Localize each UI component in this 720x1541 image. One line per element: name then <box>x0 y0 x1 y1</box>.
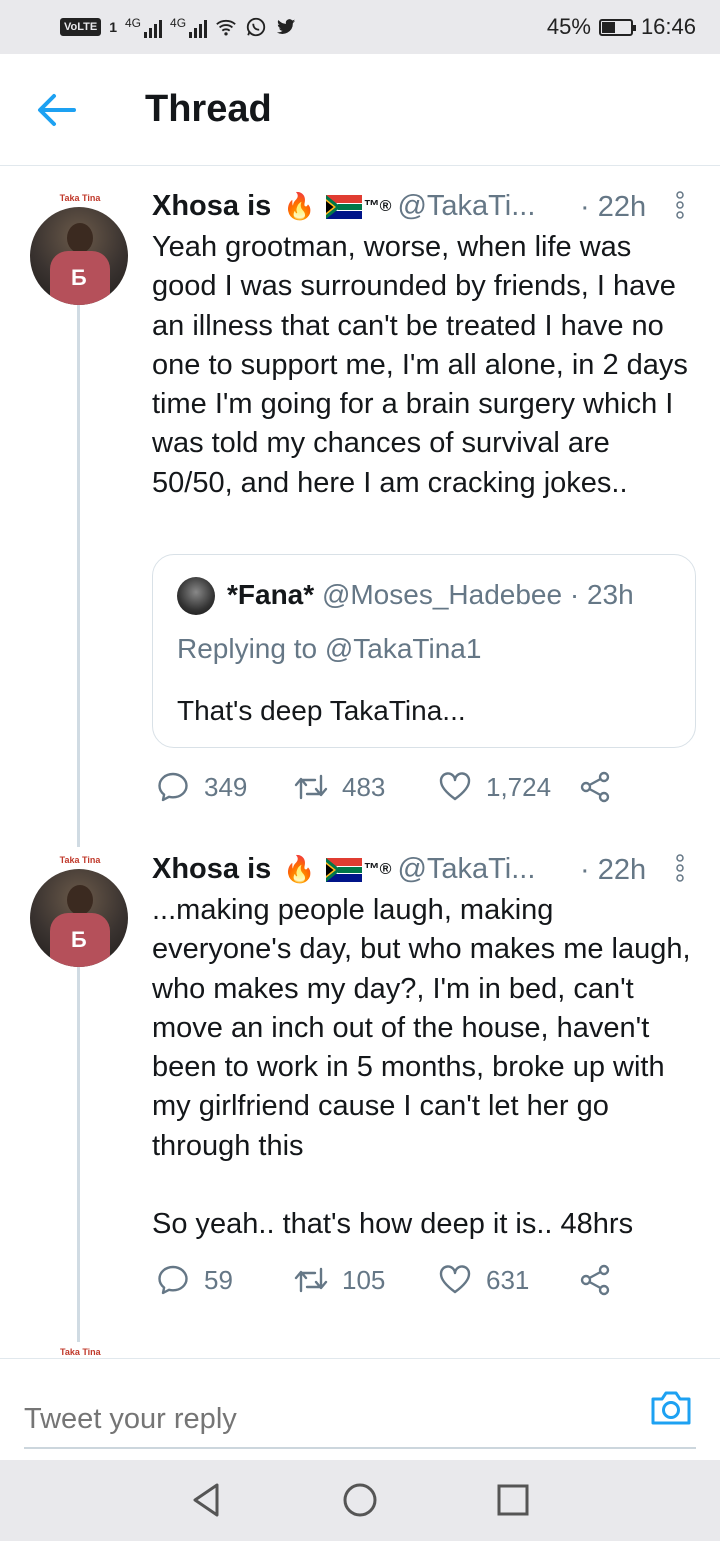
more-options-icon[interactable] <box>675 190 685 220</box>
quoted-header: *Fana* @Moses_Hadebee · 23h <box>227 579 634 611</box>
twitter-icon <box>276 19 296 34</box>
heart-icon <box>439 1265 471 1294</box>
avatar[interactable]: Ƃ <box>30 869 128 967</box>
retweet-count: 105 <box>342 1264 386 1295</box>
thread-connector <box>77 302 80 847</box>
author-name[interactable]: Xhosa is <box>152 853 271 886</box>
replying-to: Replying to @TakaTina1 <box>177 633 482 664</box>
avatar-caption: Taka Tina <box>60 1347 101 1357</box>
like-button[interactable]: 1,724 <box>438 770 551 804</box>
signal-icon-2: 4G <box>170 16 208 38</box>
share-button[interactable] <box>578 770 612 804</box>
trademark-symbols: ™® <box>363 860 392 878</box>
like-count: 1,724 <box>486 771 552 802</box>
tweet-time: · 22h <box>580 191 647 223</box>
like-button[interactable]: 631 <box>438 1263 529 1297</box>
whatsapp-icon <box>246 17 266 37</box>
battery-percent: 45% <box>546 14 591 39</box>
retweet-icon <box>294 1267 328 1293</box>
author-handle[interactable]: @TakaTi... <box>397 853 535 886</box>
avatar-container: Taka Tina Ƃ <box>30 193 130 305</box>
volte-indicator: VoLTE <box>60 18 102 36</box>
tweet-text: Yeah grootman, worse, when life was good… <box>152 231 688 499</box>
reply-icon <box>158 772 188 802</box>
avatar[interactable]: Ƃ <box>30 207 128 305</box>
avatar-caption: Taka Tina <box>59 855 101 865</box>
like-count: 631 <box>486 1264 530 1295</box>
back-arrow-icon[interactable] <box>36 92 76 128</box>
page-title: Thread <box>145 88 272 130</box>
signal-icon: 4G <box>125 16 163 38</box>
sim-indicator: 1 <box>109 19 117 35</box>
clock: 16:46 <box>640 14 696 39</box>
battery-icon <box>598 18 636 36</box>
quoted-avatar <box>177 577 215 615</box>
retweet-button[interactable]: 105 <box>294 1263 385 1297</box>
reply-count: 59 <box>204 1264 233 1295</box>
fire-emoji: 🔥 <box>283 191 316 221</box>
status-bar: VoLTE 1 4G 4G 45% 16:46 <box>0 0 720 54</box>
more-options-icon[interactable] <box>675 853 685 883</box>
retweet-button[interactable]: 483 <box>294 770 385 804</box>
camera-icon[interactable] <box>649 1387 693 1427</box>
thread-connector <box>77 964 80 1342</box>
system-navigation-bar <box>0 1460 720 1541</box>
author-handle[interactable]: @TakaTi... <box>397 190 535 223</box>
tweet-header: Xhosa is 🔥 ™® @TakaTi... <box>152 853 535 886</box>
tweet-actions: 349 483 1,724 <box>152 770 622 810</box>
heart-icon <box>439 772 471 801</box>
author-name[interactable]: Xhosa is <box>152 190 271 223</box>
share-icon <box>580 771 610 803</box>
share-icon <box>580 1264 610 1296</box>
wifi-icon <box>216 19 236 36</box>
retweet-count: 483 <box>342 771 386 802</box>
fire-emoji: 🔥 <box>283 854 316 884</box>
reply-count: 349 <box>204 771 248 802</box>
reply-button[interactable]: 59 <box>156 1263 233 1297</box>
nav-recents-icon[interactable] <box>493 1480 533 1520</box>
avatar-container: Taka Tina Ƃ <box>30 855 130 967</box>
avatar-caption: Taka Tina <box>59 193 101 203</box>
retweet-icon <box>294 774 328 800</box>
reply-bar <box>0 1358 720 1460</box>
tweet-time: · 22h <box>580 854 647 886</box>
share-button[interactable] <box>578 1263 612 1297</box>
quoted-author-name: *Fana* <box>227 579 315 610</box>
quoted-text: That's deep TakaTina... <box>177 695 466 726</box>
reply-input[interactable] <box>24 1391 696 1449</box>
nav-home-icon[interactable] <box>340 1480 380 1520</box>
trademark-symbols: ™® <box>363 197 392 215</box>
reply-icon <box>158 1265 188 1295</box>
nav-back-icon[interactable] <box>187 1480 227 1520</box>
tweet-actions: 59 105 631 <box>152 1263 622 1303</box>
reply-button[interactable]: 349 <box>156 770 247 804</box>
south-africa-flag-icon <box>325 194 362 219</box>
quoted-tweet[interactable]: *Fana* @Moses_Hadebee · 23h Replying to … <box>152 554 696 748</box>
south-africa-flag-icon <box>325 857 362 882</box>
tweet-header: Xhosa is 🔥 ™® @TakaTi... <box>152 190 535 223</box>
top-app-bar: Thread <box>0 54 720 166</box>
tweet-text: ...making people laugh, making everyone'… <box>152 894 691 1241</box>
quoted-handle-time: @Moses_Hadebee · 23h <box>321 579 634 610</box>
